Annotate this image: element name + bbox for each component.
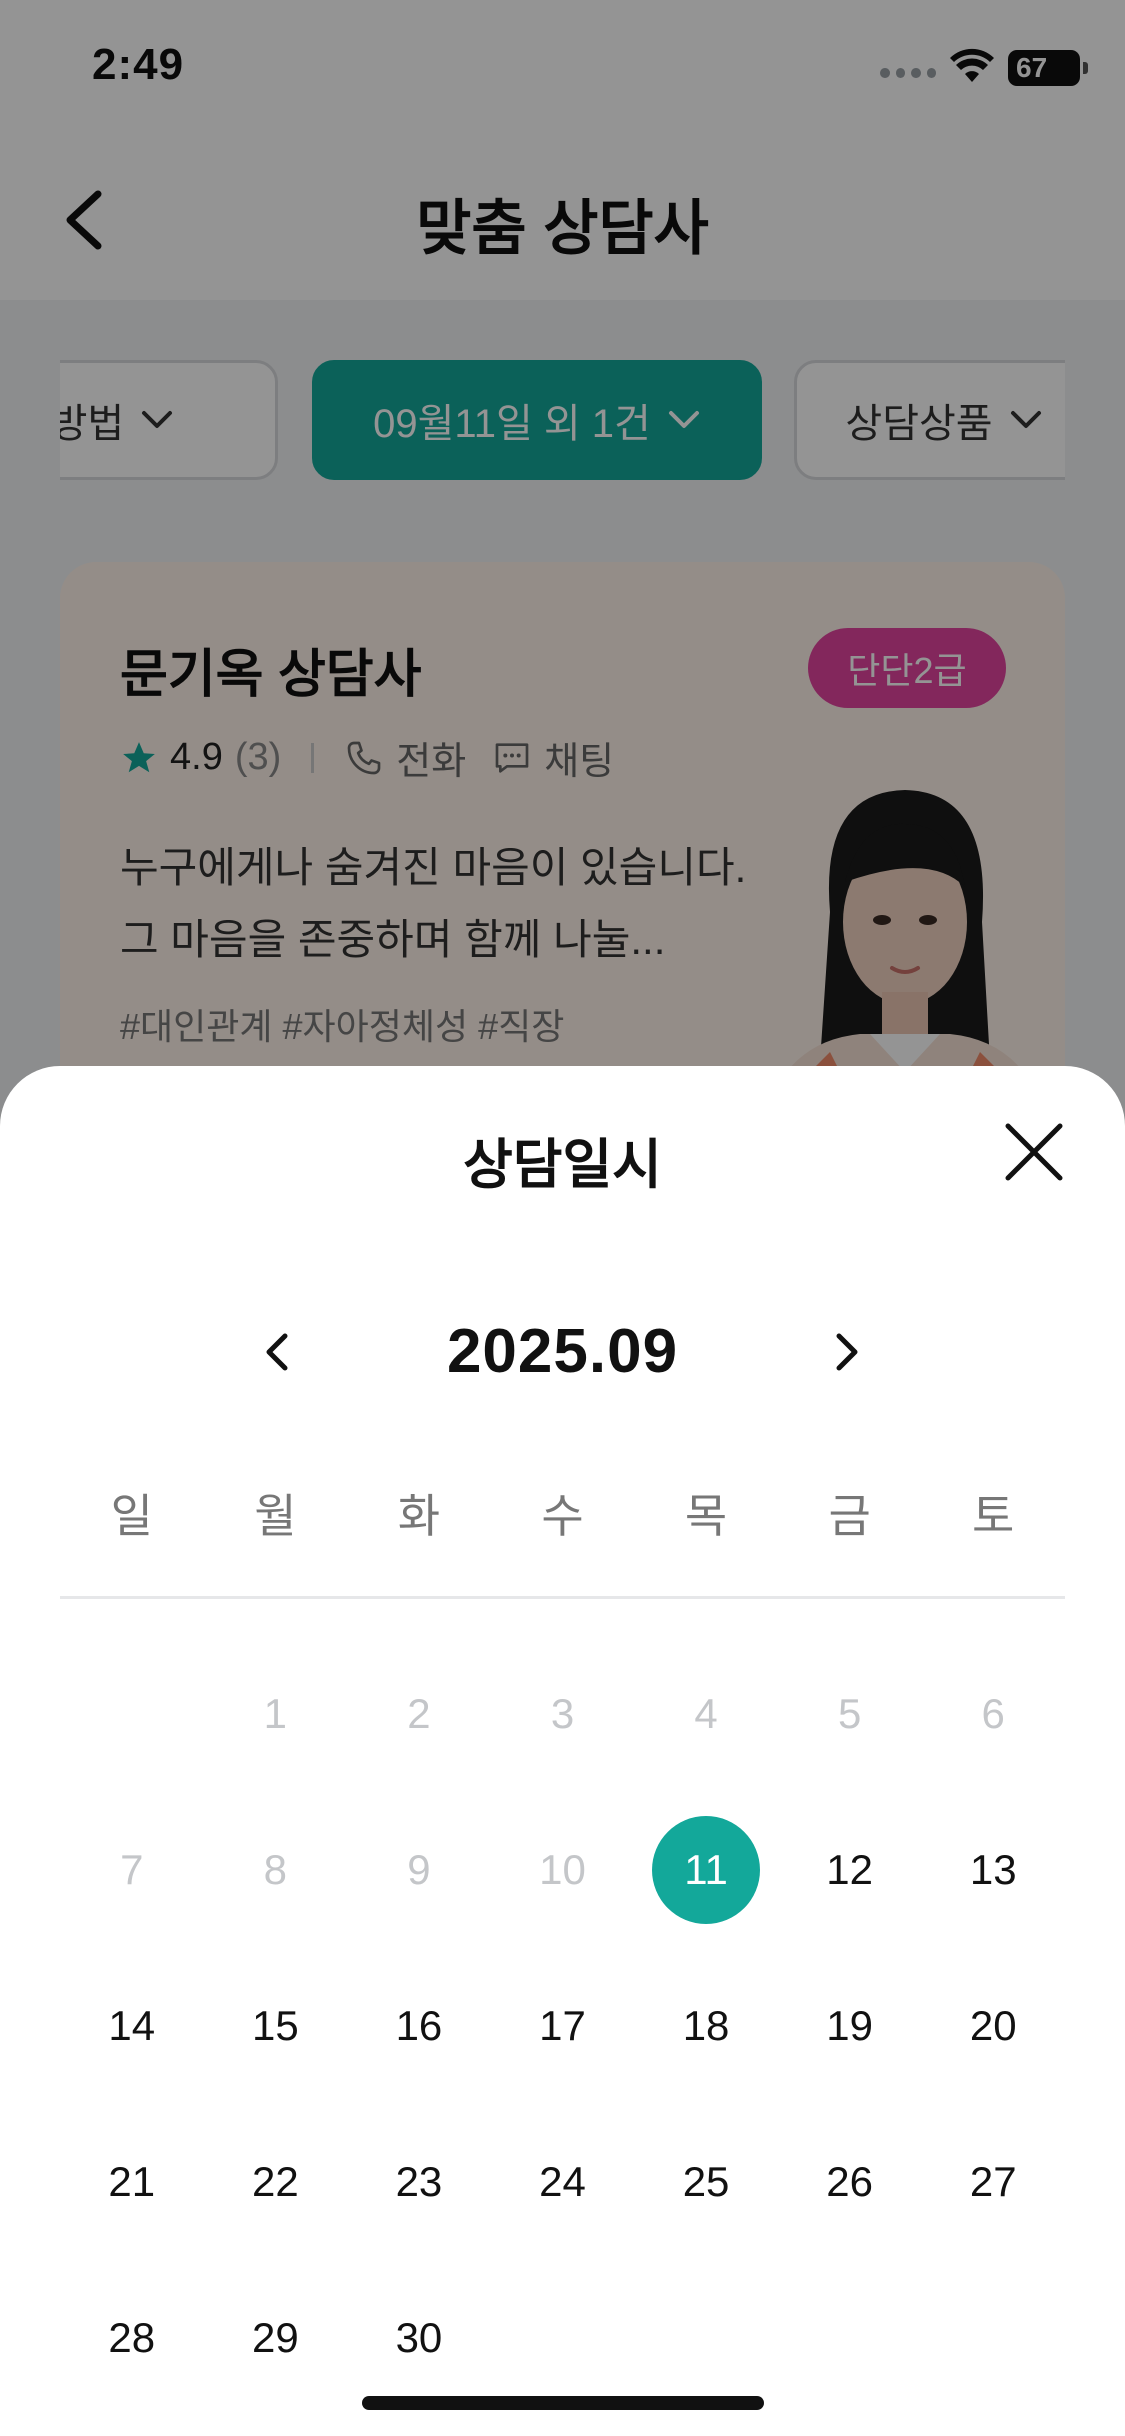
calendar-day[interactable]: 29: [204, 2260, 348, 2416]
calendar-day[interactable]: 17: [491, 1948, 635, 2104]
close-icon[interactable]: [1002, 1120, 1066, 1184]
calendar-day-label: 27: [969, 2158, 1017, 2205]
calendar-day-label: 11: [652, 1816, 761, 1924]
weekday-label: 수: [541, 1490, 584, 1542]
next-month-button[interactable]: [820, 1324, 876, 1380]
calendar-day-label: 16: [395, 2002, 443, 2049]
calendar-day-label: 19: [826, 2002, 873, 2049]
sheet-title: 상담일시: [463, 1135, 662, 1195]
calendar-day-label: 22: [251, 2158, 299, 2205]
weekday-label: 목: [684, 1490, 728, 1542]
calendar-day-label: 2: [407, 1690, 431, 1737]
calendar-day[interactable]: 20: [921, 1948, 1065, 2104]
date-picker-sheet: 상담일시 2025.09 일 월 화 수 목 금 토 1 2 3 4 5 6 7 8 9 10 11…: [0, 1066, 1125, 2436]
calendar-day-label: 23: [395, 2158, 443, 2205]
calendar-day[interactable]: 12: [778, 1792, 922, 1948]
home-indicator: [362, 2396, 764, 2410]
calendar-day-label: 21: [108, 2158, 156, 2205]
calendar-day[interactable]: 14: [60, 1948, 204, 2104]
calendar-day-label: 7: [120, 1846, 144, 1893]
calendar-day-label: 25: [682, 2158, 730, 2205]
calendar-day-label: 5: [837, 1690, 862, 1737]
calendar-day[interactable]: 28: [60, 2260, 204, 2416]
calendar-empty-cell: [60, 1636, 204, 1792]
calendar-day[interactable]: 23: [347, 2104, 491, 2260]
calendar-day: 7: [60, 1792, 204, 1948]
calendar-day: 8: [204, 1792, 348, 1948]
calendar-day: 2: [347, 1636, 491, 1792]
calendar-day[interactable]: 25: [634, 2104, 778, 2260]
calendar-day[interactable]: 22: [204, 2104, 348, 2260]
calendar-day[interactable]: 16: [347, 1948, 491, 2104]
weekday-label: 일: [110, 1490, 153, 1542]
month-label: 2025.09: [446, 1317, 679, 1386]
calendar-day[interactable]: 15: [204, 1948, 348, 2104]
calendar-day-label: 13: [969, 1846, 1017, 1893]
calendar-day[interactable]: 27: [921, 2104, 1065, 2260]
calendar-day-label: 29: [251, 2314, 299, 2361]
chevron-right-icon: [836, 1333, 858, 1371]
calendar-day[interactable]: 26: [778, 2104, 922, 2260]
calendar-day[interactable]: 18: [634, 1948, 778, 2104]
calendar-day[interactable]: 21: [60, 2104, 204, 2260]
calendar-day-label: 15: [251, 2002, 299, 2049]
calendar-day[interactable]: 24: [491, 2104, 635, 2260]
calendar-day-label: 1: [263, 1690, 288, 1737]
calendar-day-label: 6: [981, 1690, 1005, 1737]
weekday-label: 월: [254, 1490, 297, 1542]
weekday-label: 토: [972, 1490, 1015, 1542]
calendar-day: 3: [491, 1636, 635, 1792]
calendar-day[interactable]: 13: [921, 1792, 1065, 1948]
calendar-day-label: 30: [395, 2314, 443, 2361]
calendar-day-label: 18: [682, 2002, 730, 2049]
calendar-day-label: 17: [539, 2002, 586, 2049]
weekday-divider: [60, 1596, 1065, 1599]
calendar-days-grid: 1 2 3 4 5 6 7 8 9 10 11 12 13 14 15 16 17 18 19 20 21 22 23 24 2…: [60, 1636, 1065, 2416]
calendar-day[interactable]: 19: [778, 1948, 922, 2104]
calendar-day-label: 9: [407, 1846, 431, 1893]
calendar-day-label: 4: [694, 1690, 718, 1737]
weekday-label: 화: [397, 1490, 441, 1542]
calendar-day-label: 28: [108, 2314, 156, 2361]
calendar-day-label: 3: [550, 1690, 575, 1737]
calendar-day-label: 24: [539, 2158, 586, 2205]
month-navigator: 2025.09: [0, 1296, 1125, 1406]
weekday-header: 일 월 화 수 목 금 토: [60, 1466, 1065, 1566]
calendar-day-label: 12: [826, 1846, 873, 1893]
weekday-label: 금: [828, 1490, 871, 1542]
calendar-day: 1: [204, 1636, 348, 1792]
calendar-day: 9: [347, 1792, 491, 1948]
calendar-day-label: 26: [826, 2158, 873, 2205]
calendar-day[interactable]: 30: [347, 2260, 491, 2416]
calendar-day-label: 8: [263, 1846, 288, 1893]
calendar-day-label: 14: [108, 2002, 156, 2049]
calendar-day-selected[interactable]: 11: [634, 1792, 778, 1948]
calendar-day-label: 20: [969, 2002, 1017, 2049]
calendar-day: 4: [634, 1636, 778, 1792]
calendar-day: 10: [491, 1792, 635, 1948]
calendar-day-label: 10: [539, 1846, 586, 1893]
calendar-day: 6: [921, 1636, 1065, 1792]
calendar-day: 5: [778, 1636, 922, 1792]
